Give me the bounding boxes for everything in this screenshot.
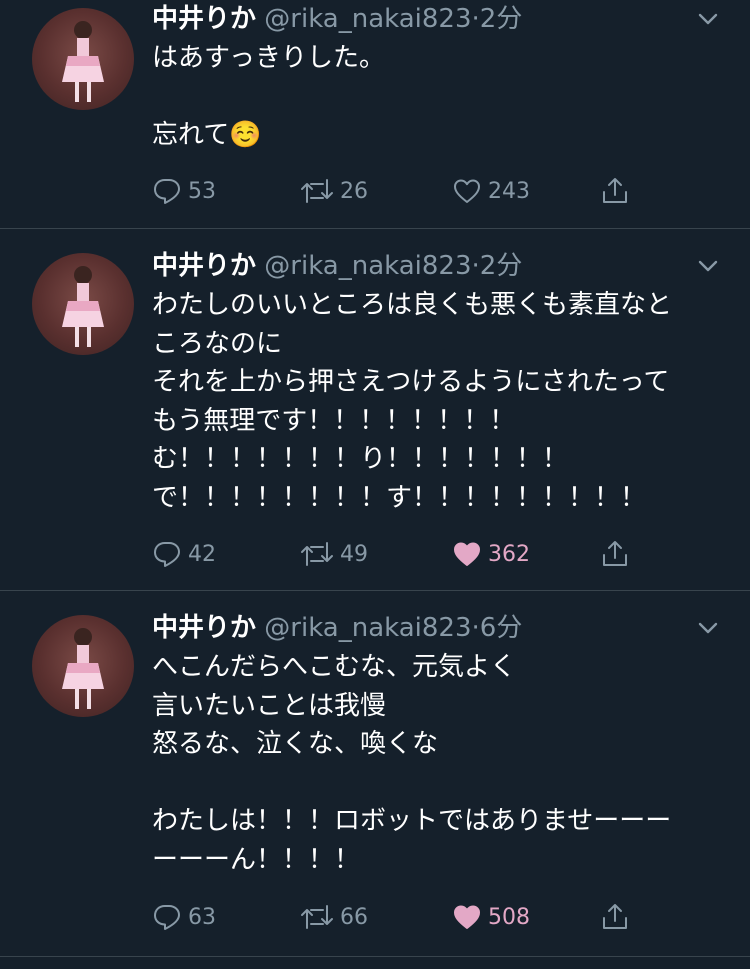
- reply-count: 42: [188, 541, 216, 567]
- reply-count: 63: [188, 904, 216, 930]
- avatar[interactable]: [32, 615, 134, 717]
- separator-dot: ·: [471, 251, 480, 281]
- author-handle[interactable]: @rika_nakai823: [264, 251, 471, 281]
- tweet-time[interactable]: 6分: [480, 613, 523, 643]
- reply-icon: [154, 905, 180, 930]
- tweet-text: わたしのいいところは良くも悪くも素直なと ころなのに それを上から押さえつけるよ…: [152, 286, 732, 517]
- author-handle[interactable]: @rika_nakai823: [264, 4, 471, 34]
- avatar[interactable]: [32, 8, 134, 110]
- tweet-time[interactable]: 2分: [480, 4, 523, 34]
- retweet-button[interactable]: 26: [300, 171, 368, 211]
- reply-count: 53: [188, 178, 216, 204]
- retweet-count: 66: [340, 904, 368, 930]
- retweet-button[interactable]: 66: [300, 897, 368, 937]
- tweet-actions: 42 49 362: [152, 534, 652, 574]
- reply-icon: [154, 179, 180, 204]
- tweet-2[interactable]: 中井りか @rika_nakai823·2分 わたしのいいところは良くも悪くも素…: [0, 229, 750, 591]
- author-name[interactable]: 中井りか: [152, 613, 256, 643]
- tweet-line: ころなのに: [152, 328, 283, 359]
- tweet-time[interactable]: 2分: [480, 251, 523, 281]
- tweet-header: 中井りか @rika_nakai823·2分: [152, 246, 750, 286]
- share-icon: [603, 178, 627, 203]
- tweet-line: わたしは！！！ロボットではありませーーー: [152, 806, 672, 836]
- avatar-figure-icon: [62, 21, 104, 102]
- share-icon: [603, 541, 627, 566]
- share-button[interactable]: [600, 897, 636, 937]
- retweet-count: 26: [340, 178, 368, 204]
- tweet-line: はあすっきりした。: [152, 43, 385, 73]
- share-icon: [603, 904, 627, 929]
- like-button[interactable]: 508: [452, 897, 530, 937]
- separator-dot: ·: [471, 613, 480, 643]
- avatar-figure-icon: [62, 628, 104, 709]
- author-name[interactable]: 中井りか: [152, 251, 256, 281]
- tweet-1[interactable]: 中井りか @rika_nakai823·2分 はあすっきりした。 忘れて☺️ 5…: [0, 0, 750, 229]
- tweet-line: わたしのいいところは良くも悪くも素直なと: [152, 290, 673, 320]
- share-button[interactable]: [600, 171, 636, 211]
- avatar[interactable]: [32, 253, 134, 355]
- tweet-line: 怒るな、泣くな、喚くな: [152, 729, 439, 759]
- tweet-actions: 63 66 508: [152, 897, 652, 937]
- separator-dot: ·: [471, 4, 480, 34]
- retweet-count: 49: [340, 541, 368, 567]
- tweet-header: 中井りか @rika_nakai823·6分: [152, 608, 750, 648]
- tweet-line: ーーーん！！！！: [152, 844, 361, 875]
- like-count: 508: [488, 904, 530, 930]
- tweet-3[interactable]: 中井りか @rika_nakai823·6分 へこんだらへこむな、元気よく 言い…: [0, 591, 750, 957]
- heart-icon: [454, 542, 480, 566]
- share-button[interactable]: [600, 534, 636, 574]
- heart-icon: [454, 179, 480, 203]
- retweet-icon: [301, 542, 333, 566]
- retweet-icon: [301, 179, 333, 203]
- reply-icon: [154, 542, 180, 567]
- like-count: 243: [488, 178, 530, 204]
- tweet-line: もう無理です！！！！！！！！: [152, 405, 516, 436]
- reply-button[interactable]: 42: [152, 534, 216, 574]
- author-name[interactable]: 中井りか: [152, 4, 256, 34]
- tweet-line: で！！！！！！！！す！！！！！！！！！: [152, 482, 647, 513]
- tweet-line: む！！！！！！！り！！！！！！！: [152, 444, 569, 474]
- retweet-button[interactable]: 49: [300, 534, 368, 574]
- tweet-text: へこんだらへこむな、元気よく 言いたいことは我慢 怒るな、泣くな、喚くな わたし…: [152, 648, 732, 879]
- tweet-actions: 53 26 243: [152, 171, 652, 211]
- heart-icon: [454, 905, 480, 929]
- reply-button[interactable]: 53: [152, 171, 216, 211]
- chevron-down-icon[interactable]: [696, 7, 720, 31]
- like-count: 362: [488, 541, 530, 567]
- tweet-line: [152, 78, 732, 117]
- like-button[interactable]: 362: [452, 534, 530, 574]
- tweet-line: 言いたいことは我慢: [152, 690, 387, 721]
- tweet-text: はあすっきりした。 忘れて☺️: [152, 39, 732, 155]
- tweet-line: へこんだらへこむな、元気よく: [152, 652, 517, 682]
- tweet-header: 中井りか @rika_nakai823·2分: [152, 0, 750, 39]
- tweet-line: [152, 764, 732, 803]
- like-button[interactable]: 243: [452, 171, 530, 211]
- reply-button[interactable]: 63: [152, 897, 216, 937]
- tweet-line: 忘れて☺️: [152, 120, 262, 150]
- retweet-icon: [301, 905, 333, 929]
- author-handle[interactable]: @rika_nakai823: [264, 613, 471, 643]
- avatar-figure-icon: [62, 266, 104, 347]
- chevron-down-icon[interactable]: [696, 254, 720, 278]
- chevron-down-icon[interactable]: [696, 616, 720, 640]
- tweet-line: それを上から押さえつけるようにされたって: [152, 367, 670, 397]
